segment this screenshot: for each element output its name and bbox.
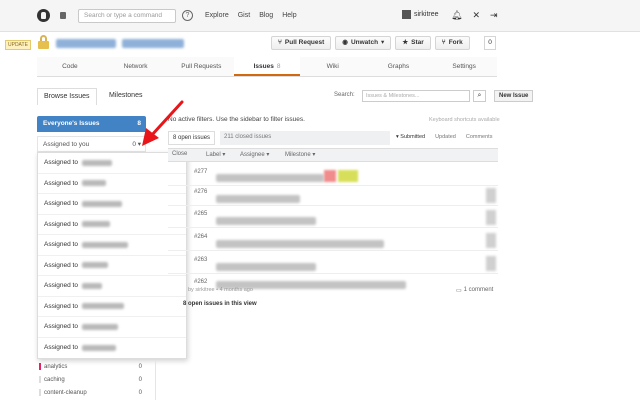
nav-help[interactable]: Help xyxy=(282,12,296,19)
new-issue-button[interactable]: New Issue xyxy=(494,90,534,102)
label-color-swatch xyxy=(39,376,41,383)
sign-out-icon[interactable]: ⇥ xyxy=(490,10,498,21)
repo-title[interactable] xyxy=(56,39,184,48)
star-icon: ★ xyxy=(402,39,409,46)
sort-options: ▾ Submitted Updated Comments xyxy=(396,134,492,140)
settings-tools-icon[interactable]: ✕ xyxy=(472,10,480,21)
tab-settings[interactable]: Settings xyxy=(431,57,497,76)
issue-number: #277 xyxy=(194,169,208,175)
label-color-swatch xyxy=(39,363,41,370)
star-button[interactable]: ★ Star xyxy=(395,36,431,50)
sort-updated[interactable]: Updated xyxy=(435,134,456,140)
assignee-option[interactable]: Assigned to xyxy=(38,256,186,276)
label-list: analytics 0 caching 0 content-cleanup 0 xyxy=(37,360,152,399)
issue-row[interactable]: #265 xyxy=(168,208,498,228)
update-badge[interactable]: UPDATE xyxy=(5,40,31,50)
sort-submitted[interactable]: ▾ Submitted xyxy=(396,134,425,140)
assignee-dropdown: Assigned to Assigned to Assigned to Assi… xyxy=(37,152,187,359)
issue-meta: by sirkitree • 4 months ago xyxy=(188,287,253,293)
bulk-close-button[interactable]: Close xyxy=(172,151,187,157)
assignee-option[interactable]: Assigned to xyxy=(38,215,186,235)
assignee-option[interactable]: Assigned to xyxy=(38,338,186,359)
tab-issues[interactable]: Issues 8 xyxy=(234,57,300,76)
label-filter-item[interactable]: content-cleanup 0 xyxy=(37,386,152,399)
repo-actions: ⑂ Pull Request ◉ Unwatch ▾ ★ Star ⑂ Fork xyxy=(271,36,470,50)
fork-count[interactable]: 0 xyxy=(484,36,496,50)
issue-search-input[interactable]: Issues & Milestones... xyxy=(362,90,470,102)
comment-count[interactable]: ▭ 1 comment xyxy=(456,287,493,294)
header-nav: Explore Gist Blog Help xyxy=(205,12,297,19)
milestones-tab[interactable]: Milestones xyxy=(109,88,142,104)
browse-issues-tab[interactable]: Browse Issues xyxy=(37,88,97,105)
label-color-swatch xyxy=(39,389,41,396)
assignee-option[interactable]: Assigned to xyxy=(38,317,186,338)
tab-code[interactable]: Code xyxy=(37,57,103,76)
top-header: Search or type a command ? Explore Gist … xyxy=(0,0,640,32)
assigned-to-you-filter[interactable]: Assigned to you 0 ▾ xyxy=(37,136,146,152)
assignee-option[interactable]: Assigned to xyxy=(38,276,186,297)
assignee-option[interactable]: Assigned to xyxy=(38,297,186,317)
bulk-milestone-button[interactable]: Milestone ▾ xyxy=(285,151,315,158)
private-lock-icon xyxy=(38,35,49,49)
assignee-option[interactable]: Assigned to xyxy=(38,174,186,194)
issues-tab-count: 8 xyxy=(276,63,281,70)
notifications-icon[interactable]: 🔔︎ xyxy=(451,10,462,21)
tab-wiki[interactable]: Wiki xyxy=(300,57,366,76)
issue-row[interactable]: #277 xyxy=(168,166,498,186)
annotation-arrow-icon xyxy=(142,100,184,146)
user-menu[interactable]: sirkitree xyxy=(402,10,439,19)
issue-number: #263 xyxy=(194,257,208,263)
header-search-input[interactable]: Search or type a command xyxy=(78,9,176,23)
issue-number: #264 xyxy=(194,234,208,240)
issue-search-label: Search: xyxy=(334,92,355,98)
nav-gist[interactable]: Gist xyxy=(238,12,250,19)
keyboard-shortcuts-link[interactable]: Keyboard shortcuts available xyxy=(429,117,500,123)
assignee-option[interactable]: Assigned to xyxy=(38,194,186,215)
pull-request-icon: ⑂ xyxy=(278,39,282,46)
issue-row[interactable]: #276 xyxy=(168,186,498,206)
issue-number: #265 xyxy=(194,211,208,217)
everyones-issues-filter[interactable]: Everyone's Issues 8 xyxy=(37,116,146,132)
issue-row[interactable]: #263 xyxy=(168,254,498,274)
unwatch-button[interactable]: ◉ Unwatch ▾ xyxy=(335,36,392,50)
active-filters-message: No active filters. Use the sidebar to fi… xyxy=(168,116,305,123)
username: sirkitree xyxy=(414,11,439,18)
issue-state-toggle: 8 open issues 211 closed issues ▾ Submit… xyxy=(168,130,498,146)
github-logo-icon[interactable] xyxy=(37,9,50,22)
repo-tabs: Code Network Pull Requests Issues 8 Wiki … xyxy=(37,57,497,77)
repo-icon[interactable] xyxy=(60,12,66,19)
closed-issues-tab[interactable]: 211 closed issues xyxy=(220,131,390,145)
nav-blog[interactable]: Blog xyxy=(259,12,273,19)
bulk-label-button[interactable]: Label ▾ xyxy=(206,151,225,158)
label-filter-item[interactable]: caching 0 xyxy=(37,373,152,386)
nav-explore[interactable]: Explore xyxy=(205,12,229,19)
eye-icon: ◉ xyxy=(342,39,348,46)
issue-row[interactable]: #264 xyxy=(168,231,498,251)
command-help-icon[interactable]: ? xyxy=(182,10,193,21)
tab-network[interactable]: Network xyxy=(103,57,169,76)
bulk-action-bar: Close Label ▾ Assignee ▾ Milestone ▾ xyxy=(168,148,498,162)
issue-number: #276 xyxy=(194,189,208,195)
assignee-option[interactable]: Assigned to xyxy=(38,235,186,256)
issue-row[interactable]: #262 xyxy=(168,276,498,296)
sidebar-divider xyxy=(155,360,156,400)
issues-subnav: Browse Issues Milestones Search: Issues … xyxy=(37,88,534,105)
tab-pull-requests[interactable]: Pull Requests xyxy=(168,57,234,76)
fork-icon: ⑂ xyxy=(441,39,446,46)
avatar xyxy=(402,10,411,19)
search-icon[interactable]: ⌕ xyxy=(473,90,486,102)
pull-request-button[interactable]: ⑂ Pull Request xyxy=(271,36,332,50)
fork-button[interactable]: ⑂ Fork xyxy=(434,36,470,50)
label-filter-item[interactable]: analytics 0 xyxy=(37,360,152,373)
header-actions: 🔔︎ ✕ ⇥ xyxy=(451,10,498,21)
comment-icon: ▭ xyxy=(456,288,462,294)
bulk-assignee-button[interactable]: Assignee ▾ xyxy=(240,151,269,158)
issues-in-view-text: 8 open issues in this view xyxy=(183,301,257,307)
issue-number: #262 xyxy=(194,279,208,285)
assignee-option[interactable]: Assigned to xyxy=(38,153,186,174)
sort-comments[interactable]: Comments xyxy=(466,134,493,140)
tab-graphs[interactable]: Graphs xyxy=(366,57,432,76)
